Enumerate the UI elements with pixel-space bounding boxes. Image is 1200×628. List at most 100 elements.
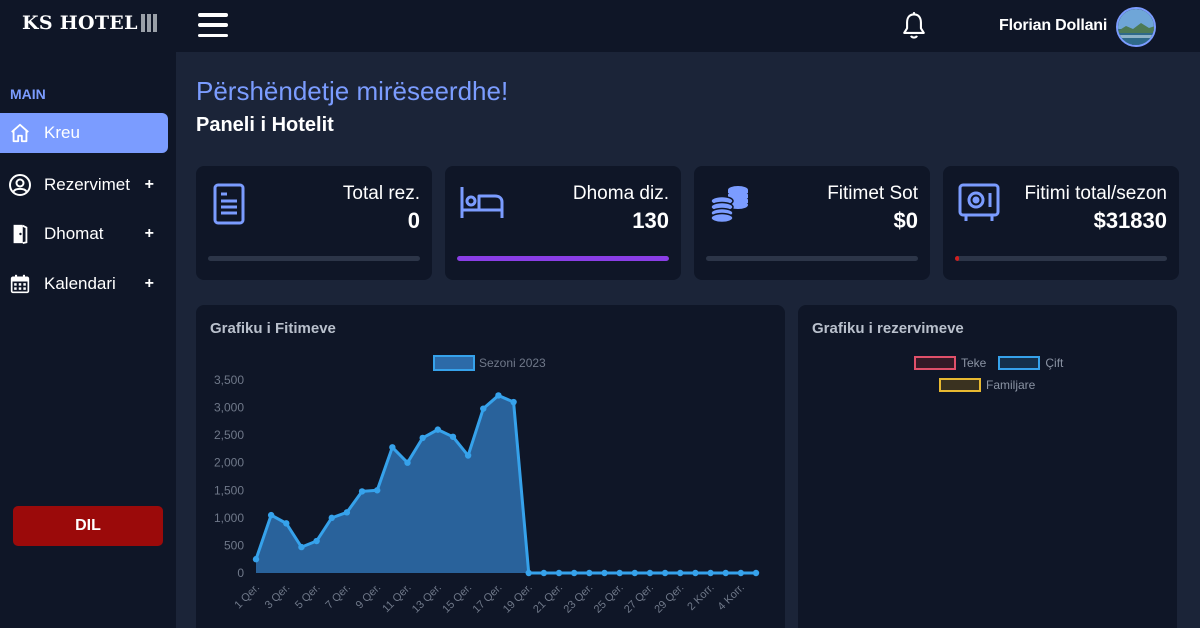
data-point[interactable] <box>601 569 608 577</box>
bell-icon[interactable] <box>900 11 928 46</box>
chart-legend[interactable]: Sezoni 2023 <box>433 355 546 371</box>
stat-card-total-season: Fitimi total/sezon $31830 <box>943 166 1179 280</box>
x-tick-label: 2 Korr. <box>685 582 716 613</box>
expand-icon[interactable]: + <box>145 225 154 243</box>
x-tick-label: 25 Qer. <box>592 582 626 616</box>
stat-card-earnings-today: Fitimet Sot $0 <box>694 166 930 280</box>
stat-card-total-reservations: Total rez. 0 <box>196 166 432 280</box>
sidebar-item-label: Dhomat <box>44 224 104 243</box>
data-point[interactable] <box>313 537 320 545</box>
section-label: MAIN <box>10 86 46 102</box>
x-tick-label: 15 Qer. <box>440 582 474 616</box>
y-tick-label: 3,000 <box>214 401 244 415</box>
data-point[interactable] <box>449 433 457 440</box>
calendar-icon <box>8 272 32 296</box>
menu-toggle-icon[interactable] <box>198 13 228 37</box>
bed-icon <box>459 182 505 227</box>
x-tick-label: 7 Qer. <box>323 582 353 612</box>
y-tick-label: 3,500 <box>214 373 244 387</box>
y-tick-label: 2,000 <box>214 456 244 470</box>
data-point[interactable] <box>283 520 290 527</box>
card-value: 130 <box>632 208 669 233</box>
sidebar-item-kreu[interactable]: Kreu <box>0 113 168 153</box>
coins-icon <box>708 182 752 229</box>
card-title: Total rez. <box>342 183 420 204</box>
document-icon <box>210 182 250 231</box>
expand-icon[interactable]: + <box>145 275 154 293</box>
sidebar-item-rezervimet[interactable]: Rezervimet + <box>0 165 168 205</box>
topbar: Florian Dollani <box>176 0 1200 52</box>
data-point[interactable] <box>586 569 593 577</box>
data-point[interactable] <box>328 514 335 522</box>
progress-bar <box>706 256 918 261</box>
y-tick-label: 0 <box>237 566 244 580</box>
x-tick-label: 17 Qer. <box>471 582 505 616</box>
data-point[interactable] <box>737 569 745 577</box>
card-title: Fitimet Sot <box>827 183 918 204</box>
x-tick-label: 1 Qer. <box>232 582 262 612</box>
x-tick-label: 5 Qer. <box>293 582 323 612</box>
data-point[interactable] <box>631 569 638 577</box>
legend-label: Teke <box>961 356 987 370</box>
earnings-chart-panel: Grafiku i Fitimeve Sezoni 2023 0 500 1,000… <box>196 305 785 628</box>
x-tick-label: 21 Qer. <box>531 582 565 616</box>
data-point[interactable] <box>358 488 366 495</box>
expand-icon[interactable]: + <box>145 176 154 194</box>
data-point[interactable] <box>252 556 260 563</box>
data-point[interactable] <box>661 569 669 577</box>
sidebar-item-label: Kreu <box>44 123 80 142</box>
data-point[interactable] <box>752 569 760 577</box>
sidebar-item-dhomat[interactable]: Dhomat + <box>0 214 168 254</box>
y-tick-label: 500 <box>224 538 244 552</box>
data-point[interactable] <box>540 569 548 577</box>
data-point[interactable] <box>616 569 623 577</box>
logo[interactable]: KS HOTEL <box>22 12 157 34</box>
data-point[interactable] <box>722 569 729 577</box>
user-name[interactable]: Florian Dollani <box>999 17 1107 35</box>
data-point[interactable] <box>677 569 684 577</box>
home-icon <box>8 121 32 145</box>
data-point[interactable] <box>343 509 351 516</box>
page-title: Paneli i Hotelit <box>196 114 334 136</box>
door-icon <box>8 222 32 246</box>
page-greeting: Përshëndetje mirëseerdhe! <box>196 76 509 106</box>
data-point[interactable] <box>525 569 532 577</box>
chart-legend[interactable]: Teke Çift <box>914 356 1063 370</box>
data-point[interactable] <box>419 434 426 442</box>
progress-bar <box>955 256 1167 261</box>
x-tick-label: 19 Qer. <box>501 582 535 616</box>
progress-bar <box>208 256 420 261</box>
y-tick-label: 1,500 <box>214 483 244 497</box>
data-point[interactable] <box>555 569 563 577</box>
logout-button[interactable]: DIL <box>13 506 163 546</box>
data-point[interactable] <box>404 459 411 466</box>
chart-legend-row-2[interactable]: Familjare <box>939 378 1035 392</box>
data-point[interactable] <box>298 543 305 551</box>
data-point[interactable] <box>389 444 396 451</box>
sidebar-item-kalendari[interactable]: Kalendari + <box>0 264 168 304</box>
avatar[interactable] <box>1116 7 1156 47</box>
data-point[interactable] <box>464 452 472 459</box>
logo-text: KS HOTEL <box>22 12 138 34</box>
user-circle-icon <box>8 173 32 197</box>
data-point[interactable] <box>374 487 381 494</box>
y-tick-label: 2,500 <box>214 428 244 442</box>
data-point[interactable] <box>646 569 654 577</box>
earnings-chart[interactable]: Sezoni 2023 0 500 1,000 1,500 2,000 2,500 3,00… <box>196 305 785 628</box>
data-point[interactable] <box>495 392 502 399</box>
data-point[interactable] <box>480 405 487 412</box>
data-point[interactable] <box>267 511 275 519</box>
data-point[interactable] <box>570 569 578 577</box>
sidebar-item-label: Kalendari <box>44 274 116 293</box>
x-tick-label: 11 Qer. <box>380 582 413 615</box>
progress-fill <box>457 256 669 261</box>
reservations-chart-panel: Grafiku i rezervimeve Teke Çift Familjar… <box>798 305 1177 628</box>
card-value: 0 <box>407 208 420 233</box>
data-point[interactable] <box>692 569 699 577</box>
data-point[interactable] <box>707 569 714 577</box>
sidebar-item-label: Rezervimet <box>44 175 130 194</box>
data-point[interactable] <box>510 398 517 406</box>
x-tick-label: 9 Qer. <box>354 582 384 612</box>
x-tick-label: 4 Korr. <box>716 582 747 613</box>
data-point[interactable] <box>434 426 442 433</box>
